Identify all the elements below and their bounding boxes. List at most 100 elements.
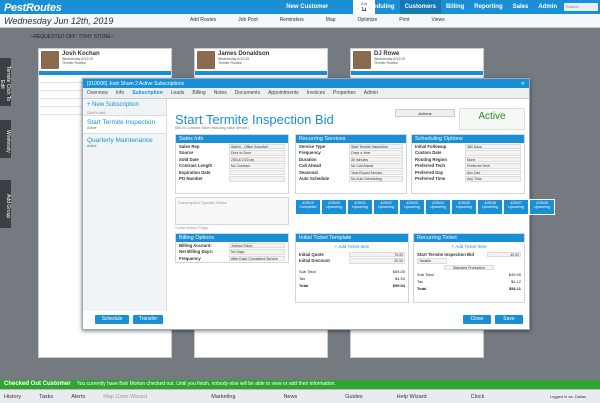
standard-production-button[interactable]: Standard Production <box>444 264 494 270</box>
guides-button[interactable]: Guides <box>345 394 362 400</box>
close-icon[interactable]: ✕ <box>521 81 525 87</box>
source-select[interactable]: Door to Door <box>229 150 285 156</box>
subscription-item[interactable]: Quarterly Maintenance Active <box>83 133 166 151</box>
contract-length-select[interactable]: No Contract <box>229 163 285 169</box>
visit-tile[interactable]: 4/25/21 Upcoming <box>347 199 373 215</box>
panel-header: Recurring Services <box>296 135 406 143</box>
tab-subscription[interactable]: Subscription <box>132 90 163 96</box>
actions-dropdown[interactable]: Actions <box>395 109 455 117</box>
alerts-button[interactable]: Alerts <box>71 394 85 400</box>
history-button[interactable]: History <box>4 394 21 400</box>
job-pool-button[interactable]: Job Pool <box>238 17 257 23</box>
expiration-date-field[interactable] <box>229 169 285 175</box>
nav-admin[interactable]: Admin <box>533 4 562 10</box>
tab-appointments[interactable]: Appointments <box>268 90 299 96</box>
search-input[interactable]: Search <box>564 3 598 11</box>
side-tab-wirelessly[interactable]: Wirelessly <box>0 120 11 158</box>
initial-quote-input[interactable]: 75.00 <box>349 251 405 257</box>
visit-tile[interactable]: 4/25/24 Upcoming <box>425 199 451 215</box>
map-code-wizard-button[interactable]: Map Code Wizard <box>103 394 147 400</box>
duration-select[interactable]: 30 minutes <box>349 156 403 162</box>
field-label: Source <box>179 150 194 156</box>
help-wizard-button[interactable]: Help Wizard <box>397 394 427 400</box>
field-label: Initial Followup <box>415 143 447 149</box>
tech-header[interactable]: Josh Kochan Wednesday 6/12/19 Termite Rout… <box>39 49 171 71</box>
sold-date-field[interactable]: 2/5/16 2:00 pm <box>229 156 285 162</box>
subscription-notes[interactable]: Subscription Specific Notes <box>175 197 289 225</box>
tab-invoices[interactable]: Invoices <box>307 90 325 96</box>
side-tab-add-group[interactable]: Add Group <box>0 180 11 228</box>
app-logo[interactable]: PestRoutes <box>4 2 62 14</box>
service-type-select[interactable]: Start Termite Inspection <box>349 143 403 149</box>
tech-header[interactable]: DJ Rowe Wednesday 6/12/19 Termite Routes <box>351 49 483 71</box>
preferred-time-select[interactable]: Any Time <box>465 176 521 182</box>
initial-discount-input[interactable]: 20.00 <box>349 258 405 264</box>
visit-tile[interactable]: 4/25/23 Upcoming <box>399 199 425 215</box>
sales-rep-select[interactable]: Admin - Office (Inactive) <box>229 143 285 149</box>
nav-customers[interactable]: Customers <box>399 0 441 14</box>
visit-label: Upcoming <box>378 205 394 209</box>
field-label: Duration <box>299 156 317 162</box>
side-tab-termite[interactable]: Termite Click To Edit <box>0 58 11 106</box>
auto-schedule-select[interactable]: No Auto Scheduling <box>349 176 403 182</box>
custom-date-field[interactable] <box>465 150 521 156</box>
subscription-item[interactable]: Start Termite Inspection Active <box>83 115 166 133</box>
transfer-button[interactable]: Transfer <box>133 315 163 324</box>
visit-tile[interactable]: 4/25/26 Upcoming <box>477 199 503 215</box>
panel-header: Scheduling Options <box>412 135 524 143</box>
add-ticket-item-button[interactable]: + Add Ticket Item <box>296 242 408 251</box>
ticket-item-price-input[interactable]: 49.00 <box>487 251 521 257</box>
tab-properties[interactable]: Properties <box>333 90 356 96</box>
new-customer-button[interactable]: New Customer <box>281 4 333 10</box>
preferred-day-select[interactable]: Any Day <box>465 169 521 175</box>
tab-leads[interactable]: Leads <box>171 90 185 96</box>
nav-scheduling[interactable]: Scheduling <box>357 4 399 10</box>
save-button[interactable]: Save <box>495 315 523 324</box>
schedule-button[interactable]: Schedule <box>95 315 129 324</box>
add-routes-button[interactable]: Add Routes <box>190 17 216 23</box>
tab-overview[interactable]: Overview <box>87 90 108 96</box>
tab-info[interactable]: Info <box>116 90 124 96</box>
totals-value: $49.99 <box>508 271 521 277</box>
taxable-select[interactable]: Taxable <box>417 258 447 264</box>
visit-tile[interactable]: 4/25/27 Upcoming <box>503 199 529 215</box>
visit-tile[interactable]: 4/25/19 Completed <box>295 199 321 215</box>
tech-header[interactable]: James Donaldson Wednesday 6/12/19 Termite … <box>195 49 327 71</box>
nav-billing[interactable]: Billing <box>441 4 469 10</box>
field-label: PO Number <box>179 176 203 182</box>
tasks-button[interactable]: Tasks <box>39 394 53 400</box>
views-button[interactable]: Views <box>432 17 445 23</box>
tab-admin[interactable]: Admin <box>364 90 378 96</box>
visit-tile[interactable]: 4/25/22 Upcoming <box>373 199 399 215</box>
marketing-button[interactable]: Marketing <box>211 394 235 400</box>
tab-billing[interactable]: Billing <box>192 90 205 96</box>
new-subscription-button[interactable]: + New Subscription <box>83 99 166 111</box>
nav-reporting[interactable]: Reporting <box>469 4 507 10</box>
nav-sales[interactable]: Sales <box>508 4 534 10</box>
call-ahead-select[interactable]: No Call Ahead <box>349 163 403 169</box>
visit-tile[interactable]: 4/25/20 Upcoming <box>321 199 347 215</box>
seasonal-select[interactable]: Year-Round Service <box>349 169 403 175</box>
routing-region-select[interactable]: None <box>465 156 521 162</box>
close-button[interactable]: Close <box>463 315 491 324</box>
status-badge[interactable]: Active <box>459 108 525 130</box>
reminders-button[interactable]: Reminders <box>280 17 304 23</box>
billing-account-select[interactable]: Joshua Shum <box>229 242 285 248</box>
tab-notes[interactable]: Notes <box>214 90 227 96</box>
map-button[interactable]: Map <box>326 17 336 23</box>
visit-tile[interactable]: 4/25/28 Upcoming <box>529 199 555 215</box>
frequency-select[interactable]: Once a Year <box>349 150 403 156</box>
optimize-button[interactable]: Optimize <box>358 17 378 23</box>
tab-documents[interactable]: Documents <box>235 90 260 96</box>
visit-tile[interactable]: 4/25/25 Upcoming <box>451 199 477 215</box>
print-button[interactable]: Print <box>399 17 409 23</box>
po-number-field[interactable] <box>229 176 285 182</box>
initial-followup-select[interactable]: 360 Days <box>465 143 521 149</box>
billing-frequency-select[interactable]: After Each Completed Service <box>229 255 285 261</box>
clock-button[interactable]: Clock <box>471 394 485 400</box>
preferred-tech-select[interactable]: Preferred Tech <box>465 163 521 169</box>
checked-out-message: You currently have Bob Morton checked ou… <box>76 381 336 387</box>
news-button[interactable]: News <box>283 394 297 400</box>
net-billing-days-select[interactable]: No Days <box>229 249 285 255</box>
add-ticket-item-button[interactable]: + Add Ticket Item <box>414 242 524 251</box>
